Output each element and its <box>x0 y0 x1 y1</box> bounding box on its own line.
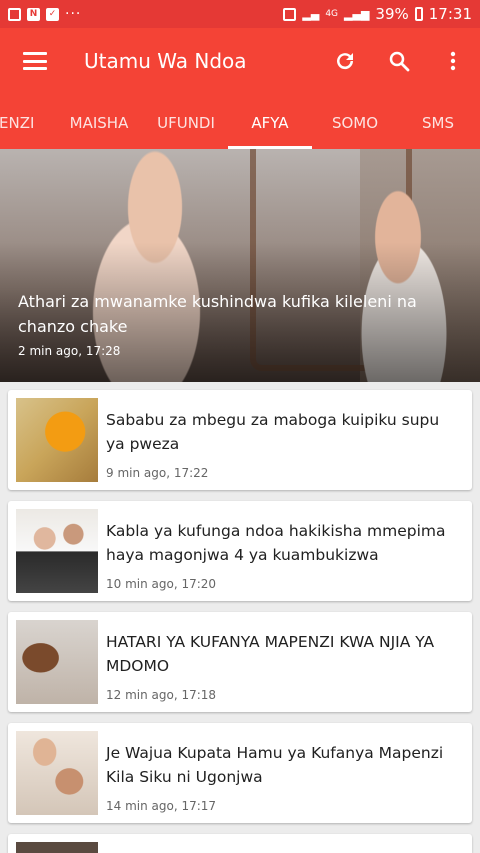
article-thumbnail <box>16 620 98 704</box>
network-type: 4G <box>325 9 339 19</box>
tab-ufundi[interactable]: UFUNDI <box>148 94 224 149</box>
article-card[interactable]: Je Wajua Kupata Hamu ya Kufanya Mapenzi … <box>8 723 472 823</box>
search-button[interactable] <box>372 28 426 94</box>
article-card[interactable]: Sababu za mbegu za maboga kuipiku supu y… <box>8 390 472 490</box>
search-icon <box>389 51 410 72</box>
tab-maisha[interactable]: MAISHA <box>60 94 138 149</box>
refresh-button[interactable] <box>318 28 372 94</box>
article-card[interactable]: HATARI YA KUFANYA MAPENZI KWA NJIA YA MD… <box>8 612 472 712</box>
featured-title: Athari za mwanamke kushindwa kufika kile… <box>18 292 417 336</box>
clock: 17:31 <box>428 5 472 23</box>
notification-icon <box>283 7 297 21</box>
article-thumbnail <box>16 842 98 853</box>
app-bar: Utamu Wa Ndoa <box>0 28 480 94</box>
article-title: Je Wajua Kupata Hamu ya Kufanya Mapenzi … <box>106 744 444 786</box>
article-title: Kabla ya kufunga ndoa hakikisha mmepima … <box>106 522 446 564</box>
article-thumbnail <box>16 509 98 593</box>
status-bar: N ✓ ··· ▂▄ 4G ▂▄▆ 39% 17:31 <box>0 0 480 28</box>
more-vert-icon <box>450 51 456 71</box>
article-time: 12 min ago, 17:18 <box>106 688 217 702</box>
tab-afya[interactable]: AFYA <box>228 94 312 149</box>
more-icon: ··· <box>65 6 82 22</box>
signal-icon: ▂▄ <box>302 7 320 21</box>
category-tabs: PENZI MAISHA UFUNDI AFYA SOMO SMS <box>0 94 480 149</box>
article-title: Sababu za mbegu za maboga kuipiku supu y… <box>106 411 440 453</box>
check-icon: ✓ <box>46 7 59 21</box>
signal-bars-icon: ▂▄▆ <box>344 7 370 21</box>
n-icon: N <box>27 7 40 21</box>
hamburger-icon <box>23 52 47 70</box>
featured-article[interactable]: Athari za mwanamke kushindwa kufika kile… <box>0 149 480 382</box>
battery-percent: 39% <box>375 5 409 23</box>
refresh-icon <box>337 53 354 70</box>
overflow-menu-button[interactable] <box>426 28 480 94</box>
gallery-icon <box>8 7 21 21</box>
article-thumbnail <box>16 398 98 482</box>
battery-icon <box>414 7 423 21</box>
article-time: 10 min ago, 17:20 <box>106 577 217 591</box>
tab-penzi[interactable]: PENZI <box>0 94 42 149</box>
tab-sms[interactable]: SMS <box>410 94 466 149</box>
article-card[interactable] <box>8 834 472 853</box>
tab-somo[interactable]: SOMO <box>322 94 388 149</box>
article-thumbnail <box>16 731 98 815</box>
article-time: 9 min ago, 17:22 <box>106 466 209 480</box>
article-title: HATARI YA KUFANYA MAPENZI KWA NJIA YA MD… <box>106 633 435 675</box>
article-card[interactable]: Kabla ya kufunga ndoa hakikisha mmepima … <box>8 501 472 601</box>
featured-time: 2 min ago, 17:28 <box>18 344 121 358</box>
menu-button[interactable] <box>0 28 70 94</box>
article-time: 14 min ago, 17:17 <box>106 799 217 813</box>
app-title: Utamu Wa Ndoa <box>84 49 247 73</box>
